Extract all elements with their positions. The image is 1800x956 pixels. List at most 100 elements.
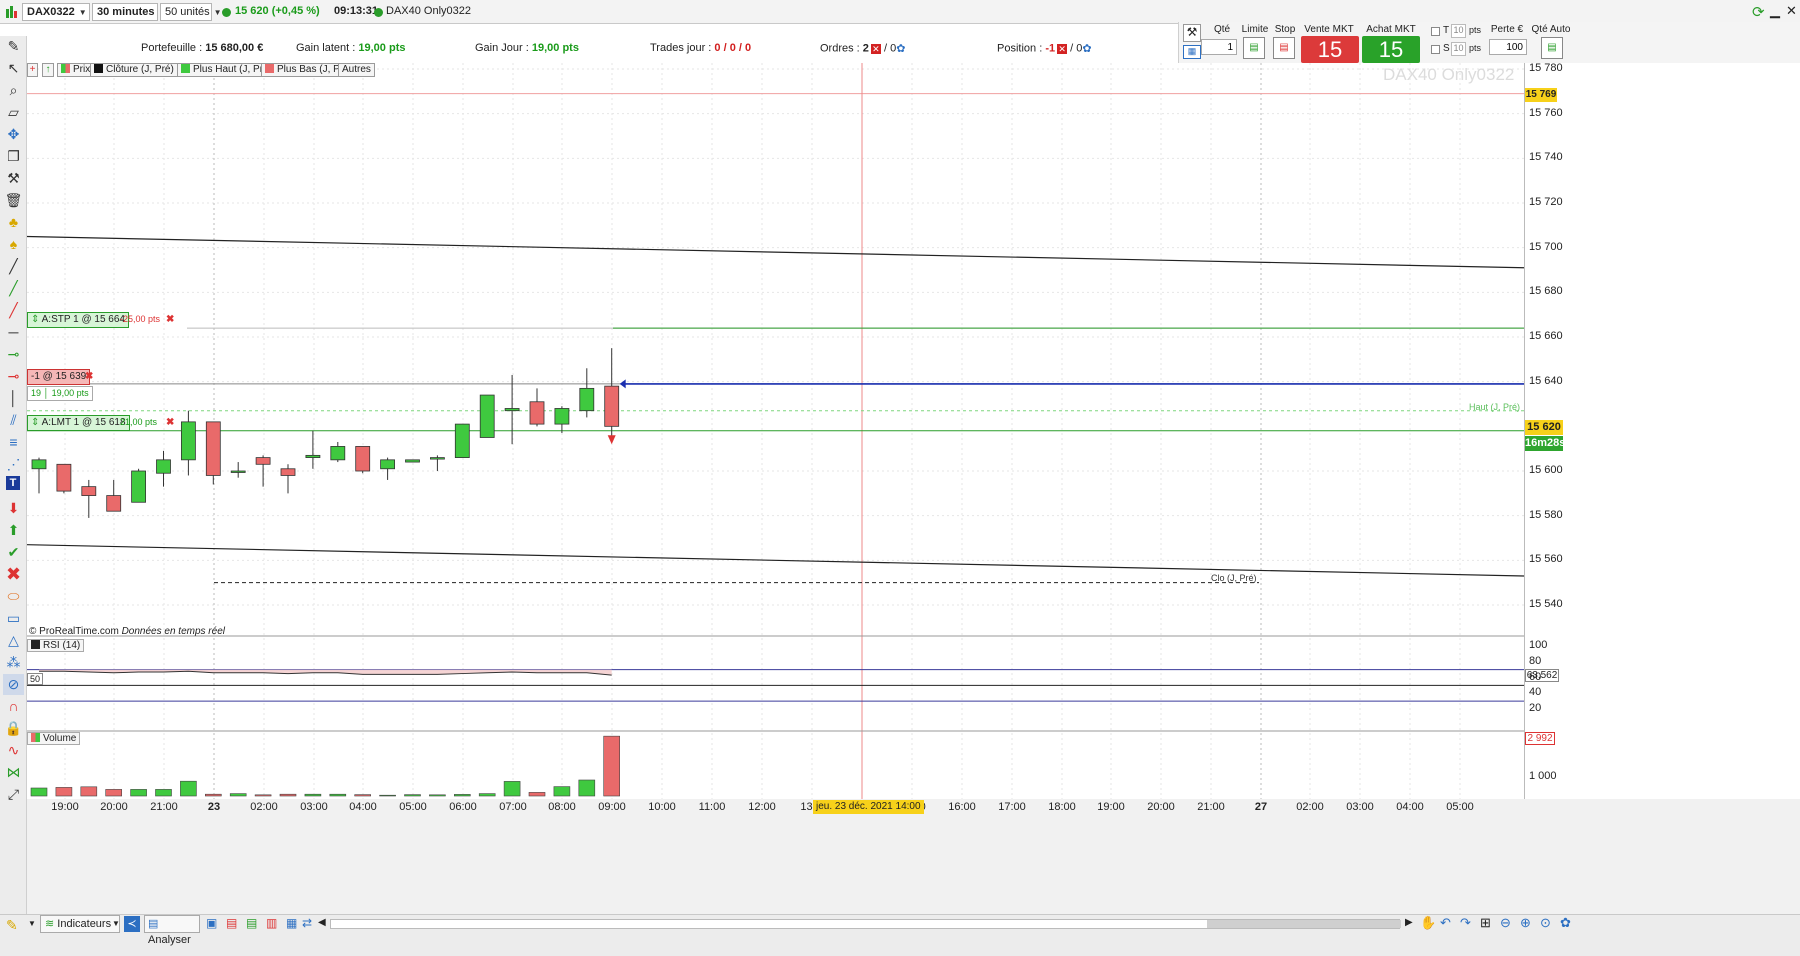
measure-icon[interactable]: ⤢: [3, 784, 24, 805]
gain-jour-label: Gain Jour :: [475, 42, 529, 54]
trades-stat: Trades jour : 0 / 0 / 0: [650, 42, 751, 54]
keypad-icon[interactable]: ▦: [1183, 45, 1201, 59]
close-position-icon[interactable]: ✕: [1057, 43, 1068, 54]
pan-icon[interactable]: ✋: [1420, 915, 1436, 931]
timeframe-selector[interactable]: 30 minutes▼: [92, 3, 166, 21]
volume-swatch: [31, 733, 40, 742]
limit-order-button[interactable]: ▤: [1243, 37, 1265, 59]
price-axis[interactable]: [1524, 63, 1800, 799]
trash-icon[interactable]: 🗑: [3, 190, 24, 211]
lock-icon[interactable]: 🔒: [3, 718, 24, 739]
symbol-selector[interactable]: DAX0322 ▼: [22, 3, 90, 21]
stop-order-tag[interactable]: ⇕ A:STP 1 @ 15 664: [27, 312, 129, 328]
legend-cloture[interactable]: Clôture (J, Pré): [90, 63, 178, 77]
horizontal-line-icon[interactable]: ─: [3, 322, 24, 343]
order-book-icon[interactable]: ▤: [226, 916, 237, 930]
scrollbar-thumb[interactable]: [1207, 920, 1401, 928]
drag-handle-icon[interactable]: ⇕: [31, 417, 39, 428]
orders-settings-icon[interactable]: ✿: [896, 42, 905, 55]
stop-order-button[interactable]: ▤: [1273, 37, 1295, 59]
stop-checkbox[interactable]: [1431, 45, 1440, 54]
line-icon[interactable]: ╱: [3, 256, 24, 277]
legend-prix[interactable]: Prix: [57, 63, 95, 77]
refresh-icon[interactable]: ⟳: [1752, 3, 1765, 21]
buy-arrow-icon[interactable]: ⬆: [3, 520, 24, 541]
position-settings-icon[interactable]: ✿: [1082, 42, 1091, 55]
copy-icon[interactable]: ❐: [3, 146, 24, 167]
redo-icon[interactable]: ↷: [1460, 915, 1471, 931]
vertical-line-icon[interactable]: │: [3, 388, 24, 409]
red-line-icon[interactable]: ╱: [3, 300, 24, 321]
positions-icon[interactable]: ▤: [246, 916, 257, 930]
red-hline-icon[interactable]: ⊸: [3, 366, 24, 387]
buy-market-button[interactable]: 15 620: [1362, 36, 1420, 89]
time-scrollbar[interactable]: [330, 919, 1401, 929]
wave-tool-icon[interactable]: ⋈: [3, 762, 24, 783]
minimize-icon[interactable]: ▁: [1770, 3, 1780, 19]
magnet-lock-icon[interactable]: ⊘: [3, 674, 24, 695]
zoom-in-icon[interactable]: ⊕: [1520, 915, 1531, 931]
magnet-icon[interactable]: ∩: [3, 696, 24, 717]
sell-arrow-icon[interactable]: ⬇: [3, 498, 24, 519]
position-tag[interactable]: -1 @ 15 639: [27, 369, 91, 385]
trailing-checkbox[interactable]: [1431, 27, 1440, 36]
zoom-out-icon[interactable]: ⊖: [1500, 915, 1511, 931]
rectangle-icon[interactable]: ▭: [3, 608, 24, 629]
tools-icon[interactable]: ⚒: [3, 168, 24, 189]
channel-icon[interactable]: ⫽: [3, 410, 24, 431]
settings-icon[interactable]: ✿: [1560, 915, 1571, 931]
undo-icon[interactable]: ↶: [1440, 915, 1451, 931]
drag-handle-icon[interactable]: ⇕: [31, 314, 39, 325]
calculator-icon[interactable]: ▦: [286, 916, 297, 930]
share-icon[interactable]: ≺: [124, 916, 140, 932]
perte-input[interactable]: [1489, 39, 1527, 55]
fibonacci-icon[interactable]: ≡: [3, 432, 24, 453]
draw-mode-icon[interactable]: ✎: [6, 917, 18, 934]
cross-icon[interactable]: ✖: [3, 564, 24, 585]
chevron-down-icon[interactable]: ▼: [28, 919, 36, 928]
close-orders-icon[interactable]: ✕: [870, 43, 881, 54]
chart-area[interactable]: DAX40 Only0322 Haut (J, Pré) Clo (J, Pré…: [27, 63, 1524, 799]
units-selector[interactable]: 50 unités ▼: [160, 3, 222, 21]
text-tool-icon[interactable]: T: [6, 476, 20, 490]
cancel-limit-icon[interactable]: ✖: [166, 417, 174, 428]
ruler-icon[interactable]: ▱: [3, 102, 24, 123]
scroll-left-icon[interactable]: ◀: [318, 917, 326, 928]
trend-tool-icon[interactable]: ∿: [3, 740, 24, 761]
alert-bell-icon[interactable]: ♣: [3, 212, 24, 233]
move-icon[interactable]: ✥: [3, 124, 24, 145]
ellipse-icon[interactable]: ⬭: [3, 586, 24, 607]
bell-icon[interactable]: ♠: [3, 234, 24, 255]
chevron-down-icon[interactable]: ▼: [112, 919, 120, 928]
scroll-right-icon[interactable]: ▶: [1405, 917, 1413, 928]
gann-icon[interactable]: ⋰: [3, 454, 24, 475]
wrench-icon[interactable]: ⚒: [1183, 24, 1201, 42]
s-pts-field[interactable]: 10: [1451, 42, 1466, 56]
pencil-icon[interactable]: ✎: [3, 36, 24, 57]
legend-autres[interactable]: Autres: [338, 63, 375, 77]
quantity-input[interactable]: [1201, 39, 1237, 55]
screen-icon[interactable]: ▣: [206, 916, 217, 930]
sell-market-button[interactable]: 15 618: [1301, 36, 1359, 89]
add-indicator-icon[interactable]: +: [27, 63, 38, 77]
arrow-up-icon[interactable]: ↑: [42, 63, 54, 77]
zoom-fit-icon[interactable]: ⊞: [1480, 915, 1491, 931]
close-position-chart-icon[interactable]: ✖: [85, 371, 93, 382]
close-icon[interactable]: ✕: [1786, 3, 1797, 19]
limit-order-tag[interactable]: ⇕ A:LMT 1 @ 15 618: [27, 415, 130, 431]
qte-auto-button[interactable]: ▤: [1541, 37, 1563, 59]
cancel-stop-icon[interactable]: ✖: [166, 314, 174, 325]
zoom-icon[interactable]: ⊙: [1540, 915, 1551, 931]
green-line-icon[interactable]: ╱: [3, 278, 24, 299]
indicators-button[interactable]: ≋ Indicateurs: [40, 915, 120, 933]
t-pts-field[interactable]: 10: [1451, 24, 1466, 38]
analyze-button[interactable]: ▤ Analyser: [144, 915, 200, 946]
triangle-icon[interactable]: △: [3, 630, 24, 651]
pointer-icon[interactable]: ↖: [3, 58, 24, 79]
pattern-icon[interactable]: ⁂: [3, 652, 24, 673]
green-hline-icon[interactable]: ⊸: [3, 344, 24, 365]
exchange-icon[interactable]: ⇄: [302, 916, 312, 930]
check-icon[interactable]: ✔: [3, 542, 24, 563]
zoom-icon[interactable]: ⌕: [3, 80, 24, 101]
orders-list-icon[interactable]: ▥: [266, 916, 277, 930]
